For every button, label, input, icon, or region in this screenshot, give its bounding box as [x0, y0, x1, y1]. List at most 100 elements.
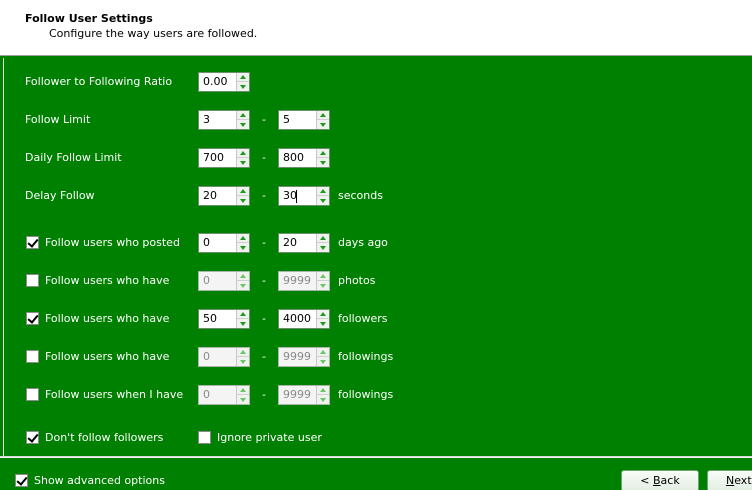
- daily-limit-max-value[interactable]: 800: [283, 151, 304, 165]
- spin-buttons: [316, 272, 329, 290]
- posted-label[interactable]: Follow users who posted: [45, 236, 180, 250]
- followers-unit: followers: [338, 312, 388, 325]
- follow-limit-label: Follow Limit: [25, 113, 91, 126]
- my-followings-min-value: 0: [203, 388, 210, 401]
- delay-min-spinner[interactable]: 20: [198, 186, 250, 206]
- spin-up-icon: [237, 386, 249, 395]
- followers-checkbox[interactable]: [26, 312, 39, 325]
- spin-down-icon[interactable]: [237, 120, 249, 129]
- spin-buttons: [316, 348, 329, 366]
- spin-down-icon[interactable]: [237, 196, 249, 205]
- my-followings-unit: followings: [338, 388, 394, 401]
- photos-min-value: 0: [203, 274, 210, 287]
- my-followings-max-spinner: 9999: [278, 385, 330, 405]
- dont-follow-followers-checkbox[interactable]: [26, 431, 39, 444]
- posted-min-value[interactable]: 0: [203, 236, 210, 250]
- delay-label: Delay Follow: [25, 189, 95, 202]
- spin-up-icon[interactable]: [237, 187, 249, 196]
- ratio-value[interactable]: 0.00: [203, 75, 228, 89]
- spin-up-icon[interactable]: [237, 310, 249, 319]
- spin-down-icon[interactable]: [317, 243, 329, 252]
- range-separator: -: [262, 113, 266, 126]
- spin-down-icon[interactable]: [317, 120, 329, 129]
- range-separator: -: [262, 274, 266, 287]
- daily-limit-label: Daily Follow Limit: [25, 151, 122, 164]
- posted-max-spinner[interactable]: 20: [278, 233, 330, 253]
- followers-label[interactable]: Follow users who have: [45, 312, 169, 326]
- dont-follow-followers-label[interactable]: Don't follow followers: [45, 431, 163, 445]
- next-mnemonic: N: [726, 474, 735, 487]
- spin-up-icon: [317, 386, 329, 395]
- delay-min-value[interactable]: 20: [203, 189, 217, 203]
- ignore-private-checkbox[interactable]: [198, 431, 211, 444]
- followings-max-spinner: 9999: [278, 347, 330, 367]
- daily-limit-max-spinner[interactable]: 800: [278, 148, 330, 168]
- posted-max-value[interactable]: 20: [283, 236, 297, 250]
- next-button[interactable]: Next: [707, 470, 752, 490]
- range-separator: -: [262, 312, 266, 325]
- followers-max-spinner[interactable]: 4000: [278, 309, 330, 329]
- delay-max-value[interactable]: 30: [283, 189, 297, 203]
- ratio-label: Follower to Following Ratio: [25, 75, 173, 88]
- spin-buttons: [236, 149, 249, 167]
- spin-down-icon[interactable]: [237, 82, 249, 91]
- followers-min-spinner[interactable]: 50: [198, 309, 250, 329]
- advanced-options-checkbox[interactable]: [15, 474, 28, 487]
- photos-unit: photos: [338, 274, 376, 287]
- follow-limit-min-value[interactable]: 3: [203, 113, 210, 127]
- photos-min-spinner: 0: [198, 271, 250, 291]
- ignore-private-label[interactable]: Ignore private user: [217, 431, 322, 445]
- posted-min-spinner[interactable]: 0: [198, 233, 250, 253]
- back-button[interactable]: < Back: [621, 470, 699, 490]
- spin-down-icon[interactable]: [237, 319, 249, 328]
- daily-limit-min-spinner[interactable]: 700: [198, 148, 250, 168]
- ratio-spinner[interactable]: 0.00: [198, 72, 250, 92]
- spin-up-icon[interactable]: [237, 111, 249, 120]
- spin-up-icon: [237, 348, 249, 357]
- wizard-header: Follow User Settings Configure the way u…: [0, 0, 752, 56]
- spin-up-icon[interactable]: [237, 234, 249, 243]
- posted-unit: days ago: [338, 236, 388, 249]
- spin-up-icon[interactable]: [237, 73, 249, 82]
- followers-min-value[interactable]: 50: [203, 312, 217, 326]
- follow-limit-min-spinner[interactable]: 3: [198, 110, 250, 130]
- spin-buttons: [236, 310, 249, 328]
- follow-limit-max-value[interactable]: 5: [283, 113, 290, 127]
- photos-label[interactable]: Follow users who have: [45, 274, 169, 288]
- spin-up-icon[interactable]: [317, 310, 329, 319]
- footer-separator: [0, 456, 752, 458]
- spin-up-icon[interactable]: [237, 149, 249, 158]
- spin-down-icon[interactable]: [237, 243, 249, 252]
- advanced-options-label[interactable]: Show advanced options: [34, 474, 165, 488]
- spin-up-icon[interactable]: [317, 149, 329, 158]
- spin-up-icon[interactable]: [317, 234, 329, 243]
- my-followings-min-spinner: 0: [198, 385, 250, 405]
- my-followings-label[interactable]: Follow users when I have: [45, 388, 183, 402]
- spin-buttons: [236, 187, 249, 205]
- follow-limit-max-spinner[interactable]: 5: [278, 110, 330, 130]
- my-followings-max-value: 9999: [283, 388, 311, 401]
- spin-down-icon: [317, 357, 329, 366]
- range-separator: -: [262, 236, 266, 249]
- my-followings-checkbox[interactable]: [26, 388, 39, 401]
- spin-down-icon[interactable]: [237, 158, 249, 167]
- ratio-spin-buttons: [236, 73, 249, 91]
- followings-min-value: 0: [203, 350, 210, 363]
- daily-limit-min-value[interactable]: 700: [203, 151, 224, 165]
- spin-up-icon[interactable]: [317, 111, 329, 120]
- spin-buttons: [236, 386, 249, 404]
- photos-checkbox[interactable]: [26, 274, 39, 287]
- followings-label[interactable]: Follow users who have: [45, 350, 169, 364]
- spin-down-icon[interactable]: [317, 158, 329, 167]
- followings-checkbox[interactable]: [26, 350, 39, 363]
- followers-max-value[interactable]: 4000: [283, 312, 311, 326]
- spin-buttons: [316, 111, 329, 129]
- range-separator: -: [262, 151, 266, 164]
- spin-up-icon[interactable]: [317, 187, 329, 196]
- spin-buttons: [236, 272, 249, 290]
- delay-max-spinner[interactable]: 30: [278, 186, 330, 206]
- spin-down-icon[interactable]: [317, 196, 329, 205]
- spin-down-icon[interactable]: [317, 319, 329, 328]
- back-prefix: <: [640, 474, 653, 487]
- posted-checkbox[interactable]: [26, 236, 39, 249]
